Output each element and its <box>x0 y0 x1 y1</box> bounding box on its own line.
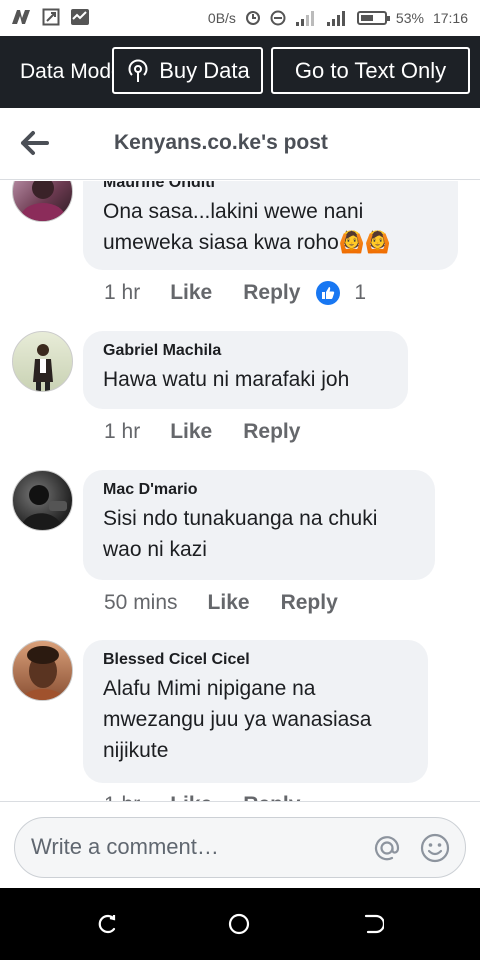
comment-text: Sisi ndo tunakuanga na chuki wao ni kazi <box>103 507 378 561</box>
comment-box[interactable] <box>14 817 466 878</box>
buy-data-button[interactable]: Buy Data <box>112 47 263 94</box>
comment-actions: 1 hr Like Reply 1 <box>104 281 366 305</box>
text-only-label: Go to Text Only <box>294 57 447 83</box>
reply-button[interactable]: Reply <box>281 591 338 615</box>
emoji-icon[interactable] <box>419 832 451 864</box>
comment-actions: 50 mins Like Reply <box>104 591 338 615</box>
battery-icon <box>356 11 390 25</box>
battery-percent: 53% <box>395 10 424 26</box>
text-only-button[interactable]: Go to Text Only <box>271 47 470 94</box>
comment-time: 1 hr <box>104 281 141 304</box>
status-bar: 0B/s 53% 17:16 <box>0 0 480 36</box>
mention-icon[interactable] <box>371 832 403 864</box>
like-button[interactable]: Like <box>170 793 212 801</box>
signal-icon-2 <box>326 11 345 26</box>
signal-icon-1 <box>295 11 314 26</box>
like-reaction-icon <box>316 281 341 305</box>
comment-bubble[interactable]: Gabriel Machila Hawa watu ni marafaki jo… <box>83 331 408 409</box>
data-mode-banner: Data Mode Buy Data Go to Text Only <box>0 36 480 108</box>
page-title: Kenyans.co.ke's post <box>114 131 328 154</box>
like-button[interactable]: Like <box>208 591 250 615</box>
avatar[interactable] <box>12 181 73 222</box>
comment-text: Ona sasa...lakini wewe nani umeweka sias… <box>103 200 392 254</box>
system-nav-bar <box>0 888 480 960</box>
comment-composer <box>0 801 480 888</box>
comment-time: 1 hr <box>104 420 141 443</box>
avatar-photo <box>33 344 53 391</box>
recent-apps-icon[interactable] <box>96 913 118 935</box>
reply-button[interactable]: Reply <box>243 420 300 444</box>
sync-icon <box>245 11 260 25</box>
comment-text: Alafu Mimi nipigane na mwezangu juu ya w… <box>103 677 372 762</box>
avatar[interactable] <box>12 640 73 701</box>
comment-actions: 1 hr Like Reply <box>104 793 300 801</box>
reply-button[interactable]: Reply <box>243 281 300 305</box>
n-notification-icon <box>12 10 30 24</box>
data-mode-label: Data Mode <box>20 60 115 83</box>
like-button[interactable]: Like <box>170 420 212 444</box>
comment-bubble[interactable]: Mac D'mario Sisi ndo tunakuanga na chuki… <box>83 470 435 580</box>
status-left-icons <box>10 8 90 26</box>
post-header: Kenyans.co.ke's post <box>0 108 480 180</box>
status-right: 0B/s 53% 17:16 <box>208 9 468 27</box>
comment-input[interactable] <box>31 834 371 860</box>
avatar-photo <box>21 181 65 221</box>
clock: 17:16 <box>432 10 468 26</box>
like-button[interactable]: Like <box>170 281 212 305</box>
comment-bubble[interactable]: Blessed Cicel Cicel Alafu Mimi nipigane … <box>83 640 428 783</box>
comment-text: Hawa watu ni marafaki joh <box>103 368 350 391</box>
back-arrow-icon[interactable] <box>20 130 50 156</box>
comment-bubble[interactable]: Maurine Onditi Ona sasa...lakini wewe na… <box>83 181 458 270</box>
home-icon[interactable] <box>228 913 250 935</box>
broadcast-icon <box>128 59 148 82</box>
comment-time: 50 mins <box>104 591 178 614</box>
avatar[interactable] <box>12 470 73 531</box>
back-icon[interactable] <box>362 913 384 935</box>
dnd-icon <box>270 10 286 26</box>
comment-actions: 1 hr Like Reply <box>104 420 300 444</box>
avatar[interactable] <box>12 331 73 392</box>
avatar-photo <box>21 485 67 529</box>
buy-data-label: Buy Data <box>159 57 250 83</box>
comment-feed[interactable]: Maurine Onditi Ona sasa...lakini wewe na… <box>0 181 480 801</box>
reaction-count: 1 <box>354 281 367 304</box>
activity-icon <box>71 9 89 25</box>
avatar-photo <box>21 646 65 700</box>
comment-author[interactable]: Blessed Cicel Cicel <box>103 651 408 669</box>
comment-author[interactable]: Maurine Onditi <box>103 181 438 192</box>
reply-button[interactable]: Reply <box>243 793 300 801</box>
net-speed: 0B/s <box>207 10 236 26</box>
comment-time: 1 hr <box>104 793 140 801</box>
comment-author[interactable]: Mac D'mario <box>103 481 415 499</box>
comment-author[interactable]: Gabriel Machila <box>103 342 388 360</box>
screenshot-icon <box>42 8 60 26</box>
